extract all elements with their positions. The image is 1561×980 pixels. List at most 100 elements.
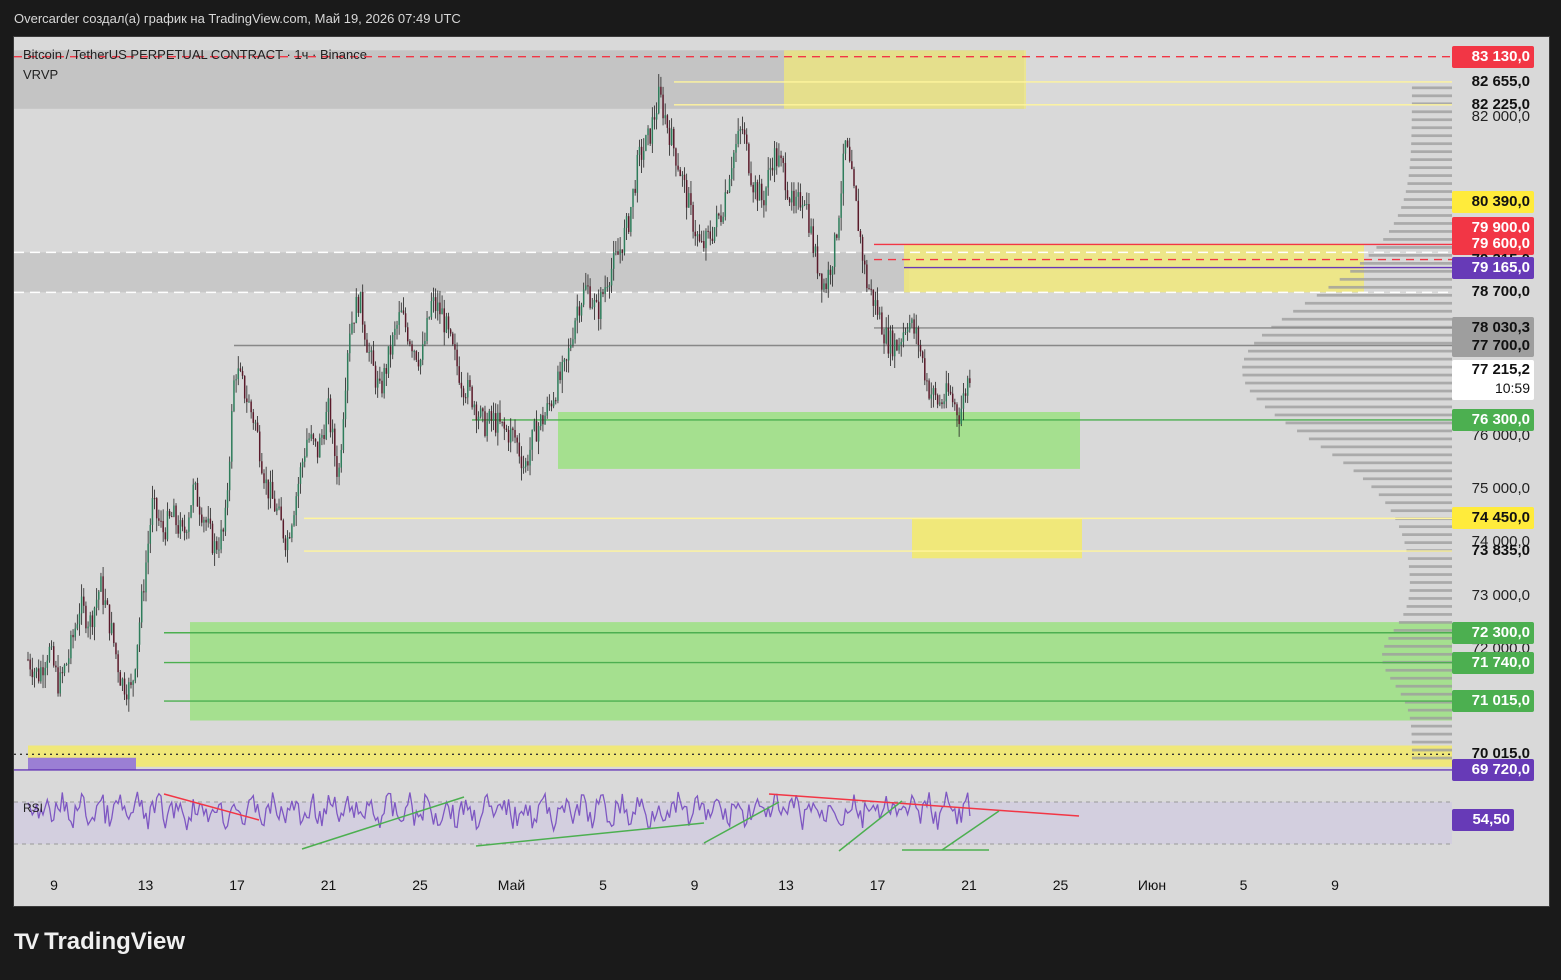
volume-profile-bar xyxy=(1397,214,1452,217)
volume-profile-bar xyxy=(1383,238,1452,241)
price-level-label[interactable]: 79 165,0 xyxy=(1452,256,1534,279)
candle-body xyxy=(634,188,636,193)
candle-body xyxy=(218,549,220,551)
candle-body xyxy=(78,613,81,625)
candle-body xyxy=(909,323,911,330)
candle-body xyxy=(267,479,270,499)
candle-body xyxy=(630,207,632,232)
candle-body xyxy=(432,297,435,302)
rsi-value-label[interactable]: 54,50 xyxy=(1452,809,1514,831)
candle-body xyxy=(192,484,194,506)
candle-body xyxy=(286,537,289,551)
candle-body xyxy=(945,383,948,402)
candle-body xyxy=(570,344,572,349)
candle-body xyxy=(338,467,340,477)
candle-body xyxy=(591,307,594,309)
candle-body xyxy=(415,351,418,360)
candle-body xyxy=(119,672,122,686)
chart-credit: Overcarder создал(а) график на TradingVi… xyxy=(14,11,461,26)
candle-body xyxy=(136,644,139,670)
price-level-label[interactable]: 76 300,0 xyxy=(1452,408,1534,431)
price-level-label[interactable]: 80 390,0 xyxy=(1452,191,1534,214)
candle-body xyxy=(40,667,42,682)
candle-body xyxy=(859,231,862,237)
volume-profile-bar xyxy=(1332,453,1452,457)
rsi-label[interactable]: RSI xyxy=(23,801,43,815)
symbol-title[interactable]: Bitcoin / TetherUS PERPETUAL CONTRACT · … xyxy=(23,45,367,65)
candle-body xyxy=(147,543,149,563)
candle-body xyxy=(437,302,439,311)
candle-body xyxy=(181,520,184,527)
tradingview-logo[interactable]: TV TradingView xyxy=(14,928,185,956)
candle-body xyxy=(452,333,454,345)
price-level-label[interactable]: 82 655,0 xyxy=(1452,71,1534,93)
volume-profile-bar xyxy=(1254,341,1452,345)
volume-profile-bar xyxy=(1410,724,1452,728)
candle-body xyxy=(248,401,250,403)
price-level-label[interactable]: 77 700,0 xyxy=(1452,334,1534,357)
candle-body xyxy=(132,680,134,685)
candle-body xyxy=(816,246,819,274)
candle-body xyxy=(771,167,774,171)
candle-body xyxy=(855,185,857,201)
candle-body xyxy=(582,289,585,305)
price-level-label[interactable]: 69 720,0 xyxy=(1452,758,1534,781)
candle-body xyxy=(724,192,727,217)
candle-body xyxy=(494,413,497,433)
candle-body xyxy=(561,361,563,381)
candle-body xyxy=(175,505,177,526)
price-level-label[interactable]: 82 225,0 xyxy=(1452,94,1534,116)
candle-body xyxy=(68,658,70,664)
price-chart[interactable] xyxy=(14,37,1549,906)
price-level-label[interactable]: 72 300,0 xyxy=(1452,621,1534,644)
chart-frame[interactable]: Bitcoin / TetherUS PERPETUAL CONTRACT · … xyxy=(13,36,1550,907)
candle-body xyxy=(357,296,360,313)
indicator-vrvp-label[interactable]: VRVP xyxy=(23,65,367,85)
candle-body xyxy=(417,359,420,367)
candle-body xyxy=(374,365,377,388)
time-tick: 17 xyxy=(229,877,245,893)
price-level-label[interactable]: 83 130,0 xyxy=(1452,45,1534,68)
price-level-label[interactable]: 71 740,0 xyxy=(1452,651,1534,674)
candle-body xyxy=(203,519,205,523)
candle-body xyxy=(546,403,548,416)
candle-body xyxy=(130,682,132,685)
price-level-label[interactable]: 73 835,0 xyxy=(1452,540,1534,562)
candle-body xyxy=(883,334,885,344)
candle-body xyxy=(767,169,769,188)
price-tick: 75 000,0 xyxy=(1471,480,1530,498)
candles xyxy=(27,74,971,712)
price-level-label[interactable]: 71 015,0 xyxy=(1452,690,1534,713)
volume-profile-bar xyxy=(1410,150,1452,154)
candle-body xyxy=(265,479,267,484)
candle-body xyxy=(548,403,551,405)
candle-body xyxy=(533,420,536,430)
volume-profile-bar xyxy=(1297,429,1452,433)
volume-profile-bar xyxy=(1400,692,1452,696)
volume-profile-bar xyxy=(1399,525,1452,529)
candle-body xyxy=(870,288,872,290)
candle-body xyxy=(104,600,106,605)
price-level-label[interactable]: 77 215,2 10:59 xyxy=(1452,360,1534,401)
candle-body xyxy=(780,155,782,159)
candle-body xyxy=(707,230,709,232)
candle-body xyxy=(675,148,677,166)
price-level-label[interactable]: 74 450,0 xyxy=(1452,507,1534,530)
candle-body xyxy=(462,388,465,398)
candle-body xyxy=(891,330,894,357)
zone-yellow-mid xyxy=(904,244,1364,293)
candle-body xyxy=(565,359,568,361)
price-level-label[interactable]: 78 700,0 xyxy=(1452,281,1534,303)
candle-body xyxy=(226,490,229,508)
candle-body xyxy=(361,291,364,325)
candle-body xyxy=(649,128,651,144)
volume-profile-bar xyxy=(1403,198,1452,201)
candle-body xyxy=(207,518,209,523)
candle-body xyxy=(690,193,692,206)
volume-profile-bar xyxy=(1244,357,1452,361)
candle-body xyxy=(394,328,396,335)
candle-body xyxy=(597,301,600,319)
candle-body xyxy=(198,506,201,515)
countdown-label: 10:59 xyxy=(1494,380,1530,397)
candle-body xyxy=(694,231,696,237)
